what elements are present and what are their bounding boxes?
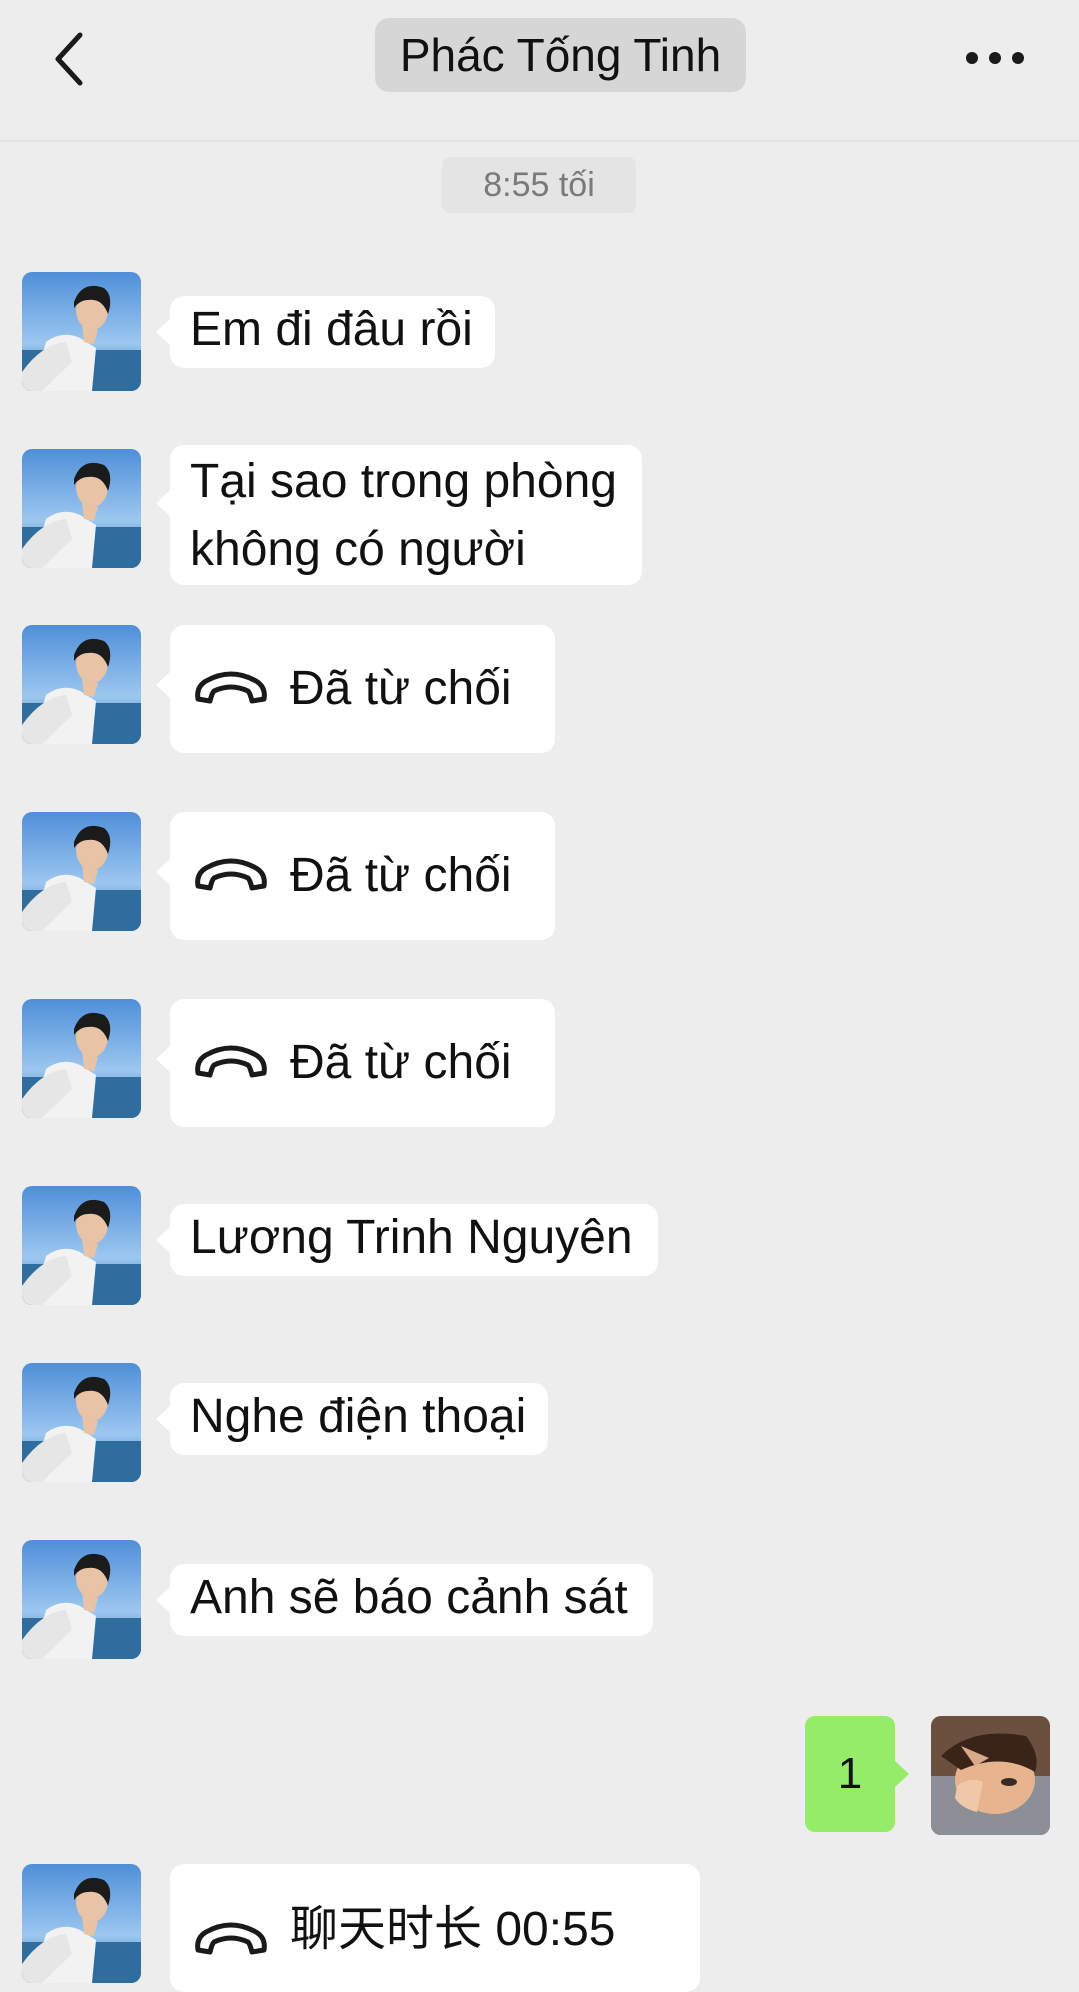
- timestamp-badge: 8:55 tối: [442, 157, 636, 213]
- contact-avatar[interactable]: [22, 1363, 141, 1482]
- message-text-line: Tại sao trong phòng: [190, 455, 617, 508]
- contact-avatar[interactable]: [22, 812, 141, 931]
- call-status-text: Đã từ chối: [290, 849, 512, 902]
- contact-avatar[interactable]: [22, 1186, 141, 1305]
- bubble-tail: [156, 318, 171, 346]
- call-status-text: Đã từ chối: [290, 662, 512, 715]
- chevron-left-icon: [55, 32, 83, 86]
- message-text: Lương Trinh Nguyên: [190, 1211, 633, 1264]
- contact-avatar[interactable]: [22, 999, 141, 1118]
- bubble-tail: [894, 1760, 909, 1788]
- more-dots-icon: [966, 52, 1024, 64]
- bubble-tail: [156, 1586, 171, 1614]
- outgoing-message-text: 1: [837, 1749, 863, 1798]
- message-text: Em đi đâu rồi: [190, 303, 473, 356]
- bubble-tail: [156, 671, 171, 699]
- phone-declined-icon: [192, 1043, 270, 1083]
- call-bubble[interactable]: Đã từ chối: [156, 999, 555, 1127]
- message-bubble[interactable]: Em đi đâu rồi: [156, 296, 495, 368]
- message-text-line: không có người: [190, 523, 526, 576]
- call-bubble[interactable]: Đã từ chối: [156, 812, 555, 940]
- bubble-tail: [156, 489, 171, 517]
- bubble-tail: [156, 858, 171, 886]
- contact-avatar[interactable]: [22, 449, 141, 568]
- message-text: Nghe điện thoại: [190, 1390, 527, 1443]
- call-status-text: Đã từ chối: [290, 1036, 512, 1089]
- chat-title[interactable]: Phác Tống Tinh: [375, 18, 746, 92]
- phone-declined-icon: [192, 669, 270, 709]
- call-bubble[interactable]: Đã từ chối: [156, 625, 555, 753]
- back-button[interactable]: [40, 24, 100, 94]
- bubble-tail: [156, 1405, 171, 1433]
- more-button[interactable]: [955, 28, 1035, 88]
- message-bubble[interactable]: Anh sẽ báo cảnh sát: [156, 1564, 653, 1636]
- bubble-tail: [156, 1045, 171, 1073]
- contact-avatar[interactable]: [22, 272, 141, 391]
- call-bubble[interactable]: 聊天时长 00:55: [170, 1864, 700, 1992]
- bubble-tail: [156, 1226, 171, 1254]
- message-bubble[interactable]: Nghe điện thoại: [156, 1383, 548, 1455]
- contact-avatar[interactable]: [22, 1864, 141, 1983]
- message-bubble[interactable]: Lương Trinh Nguyên: [156, 1204, 658, 1276]
- chat-header: Phác Tống Tinh: [0, 0, 1079, 142]
- self-avatar[interactable]: [931, 1716, 1050, 1835]
- message-bubble[interactable]: Tại sao trong phòng không có người: [156, 445, 642, 585]
- phone-declined-icon: [192, 856, 270, 896]
- message-text: Anh sẽ báo cảnh sát: [190, 1571, 628, 1624]
- outgoing-message-bubble[interactable]: 1: [805, 1716, 909, 1832]
- contact-avatar[interactable]: [22, 1540, 141, 1659]
- call-duration-text: 聊天时长 00:55: [290, 1903, 616, 1956]
- contact-avatar[interactable]: [22, 625, 141, 744]
- phone-declined-icon: [192, 1920, 270, 1960]
